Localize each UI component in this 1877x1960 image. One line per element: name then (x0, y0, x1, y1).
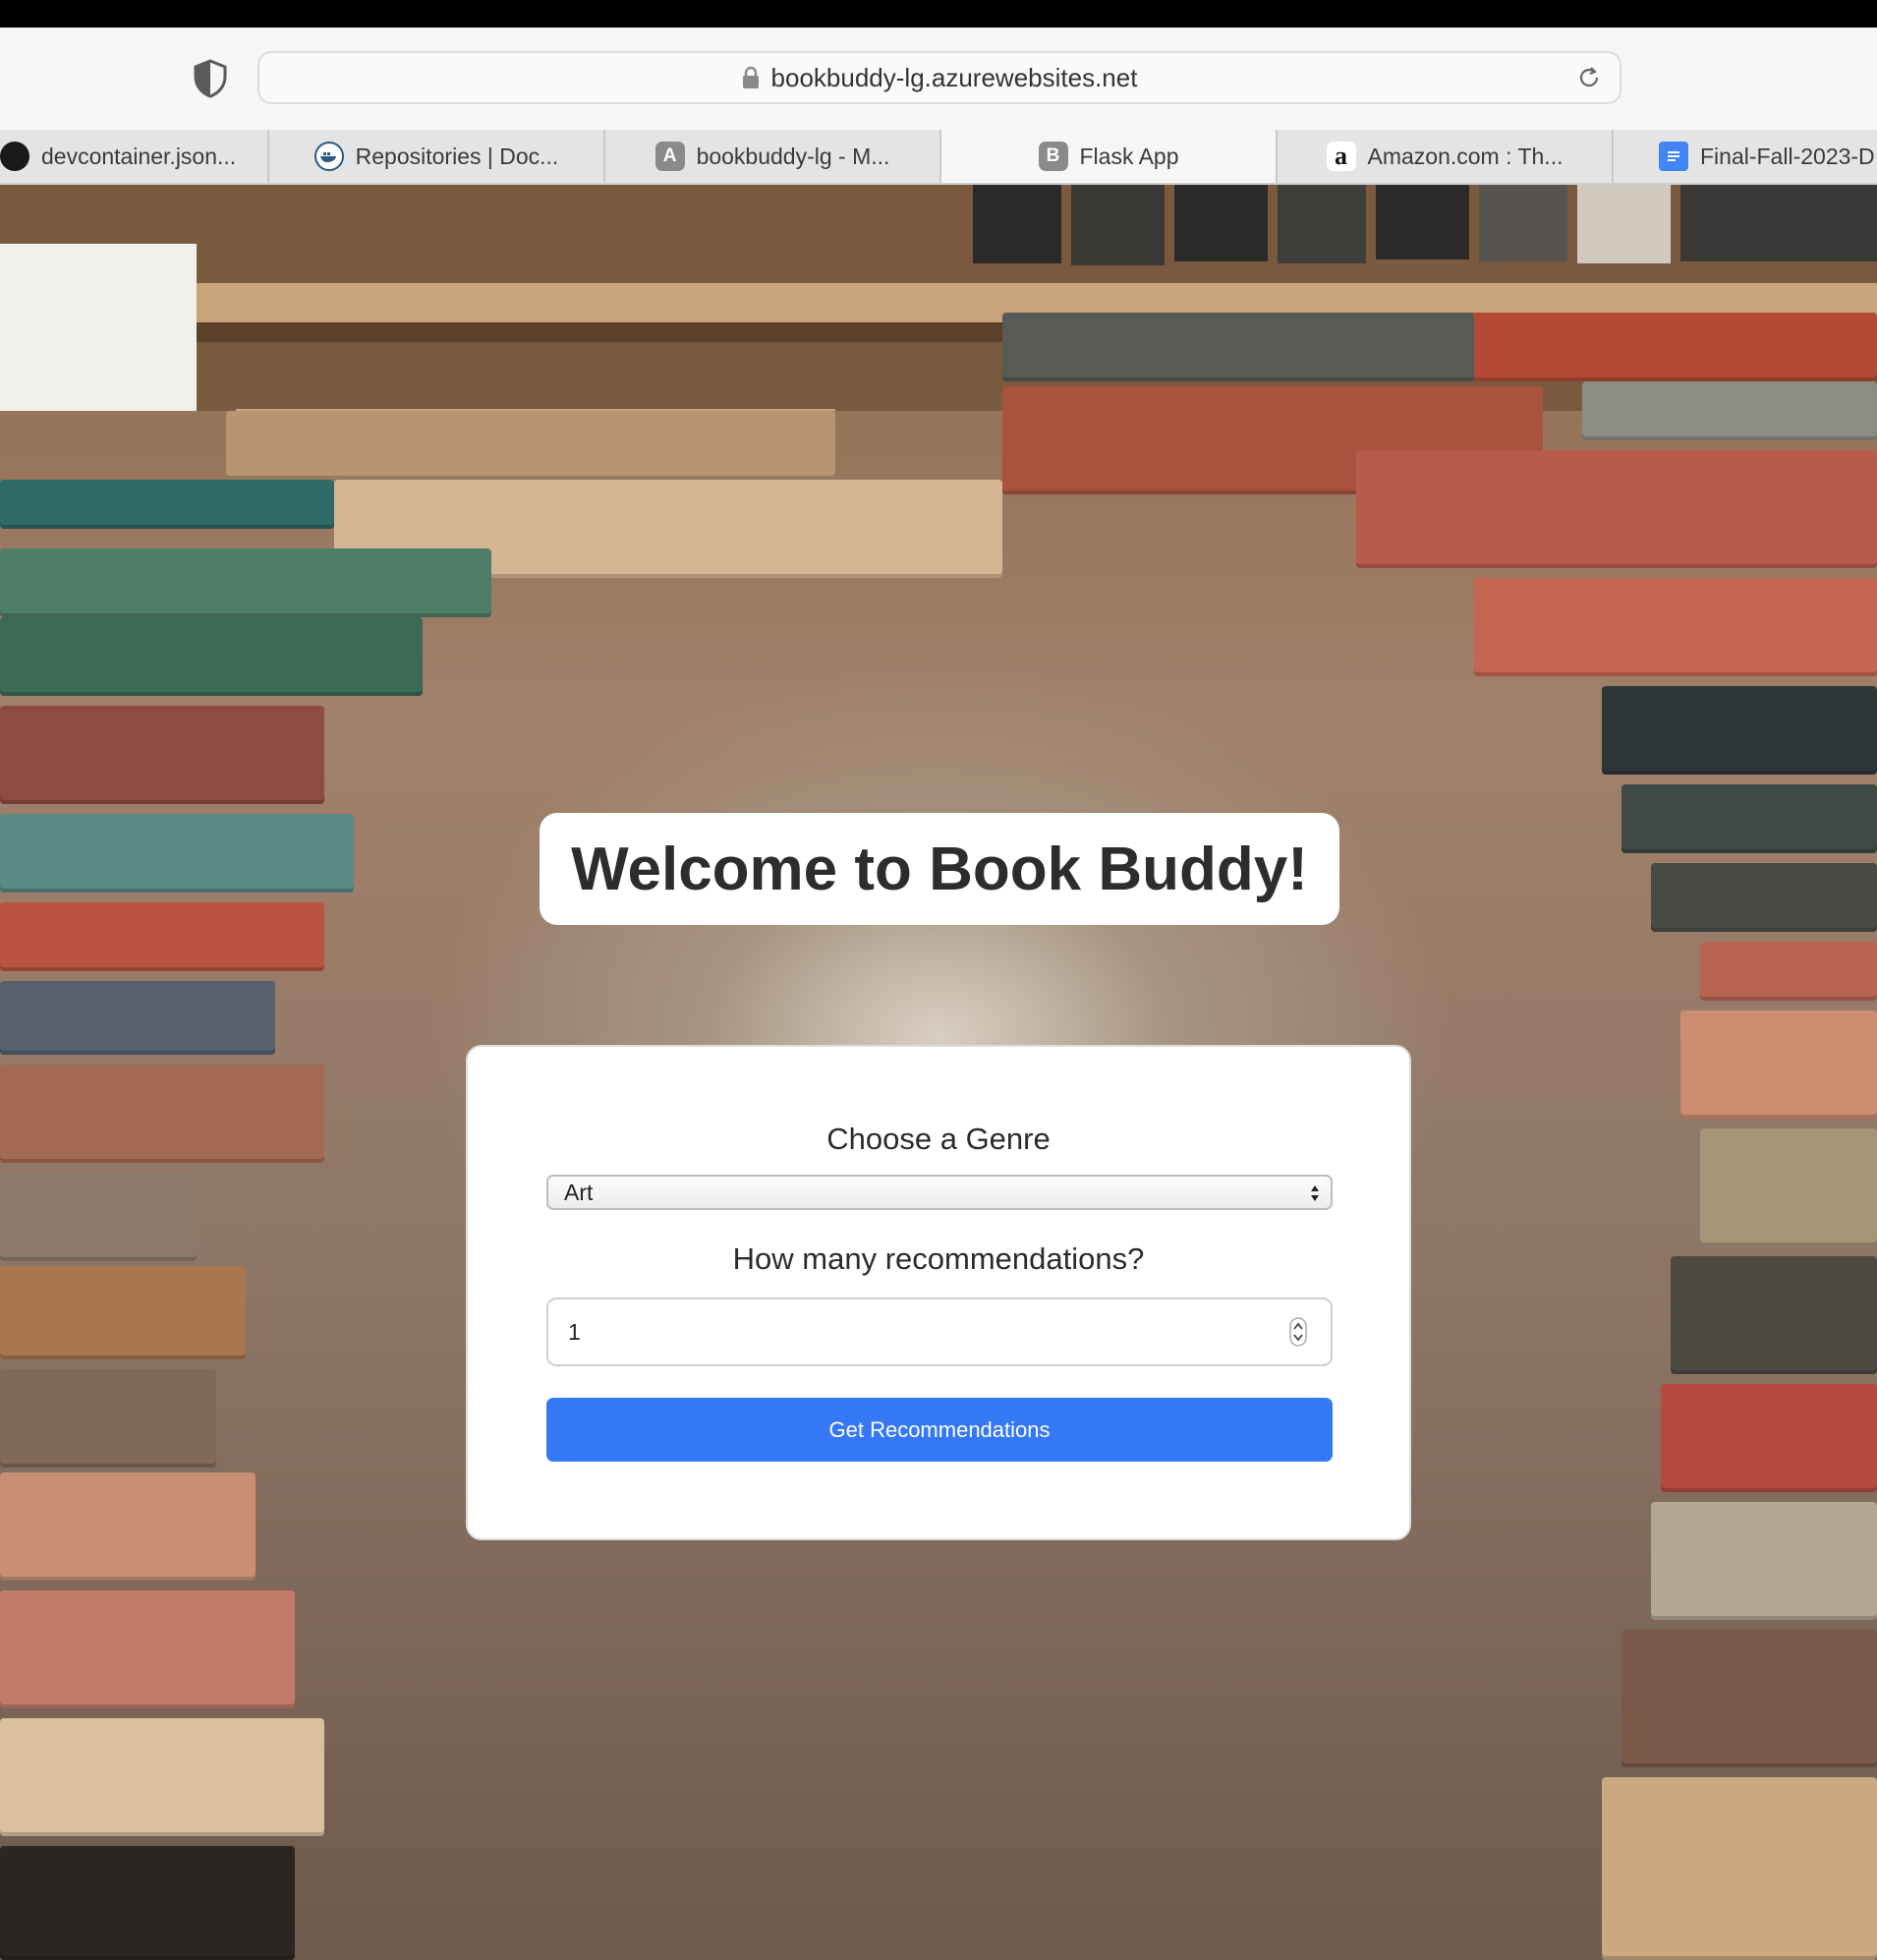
genre-select[interactable]: Art (546, 1175, 1333, 1210)
address-bar[interactable]: bookbuddy-lg.azurewebsites.net (257, 51, 1621, 104)
welcome-title-box: Welcome to Book Buddy! (540, 813, 1339, 925)
tab-docker-repositories[interactable]: Repositories | Doc... (269, 130, 605, 183)
letter-b-icon: B (1038, 142, 1068, 171)
count-label: How many recommendations? (732, 1241, 1145, 1276)
tab-label: Amazon.com : Th... (1367, 143, 1564, 169)
tab-bookbuddy-azure[interactable]: A bookbuddy-lg - M... (605, 130, 941, 183)
tab-label: Final-Fall-2023-D (1700, 143, 1875, 169)
tab-bar: devcontainer.json... Repositories | Doc.… (0, 130, 1877, 185)
tab-google-doc[interactable]: Final-Fall-2023-D (1614, 130, 1877, 183)
browser-toolbar: bookbuddy-lg.azurewebsites.net (0, 28, 1877, 130)
privacy-shield-icon[interactable] (193, 59, 228, 98)
amazon-icon: a (1326, 142, 1356, 171)
tab-label: bookbuddy-lg - M... (696, 143, 890, 169)
tab-label: Flask App (1079, 143, 1179, 169)
page-background: Welcome to Book Buddy! Choose a Genre Ar… (0, 185, 1877, 1960)
lock-icon (742, 66, 759, 88)
tab-devcontainer[interactable]: devcontainer.json... (0, 130, 269, 183)
google-docs-icon (1659, 142, 1688, 171)
page-title: Welcome to Book Buddy! (571, 835, 1308, 903)
number-stepper-icon[interactable] (1289, 1317, 1307, 1347)
tab-flask-app[interactable]: B Flask App (941, 130, 1278, 183)
genre-select-value: Art (564, 1180, 594, 1205)
tab-amazon[interactable]: a Amazon.com : Th... (1278, 130, 1614, 183)
count-input-value: 1 (568, 1319, 581, 1345)
tab-label: Repositories | Doc... (355, 143, 559, 169)
recommendation-form-card: Choose a Genre Art How many recommendati… (466, 1045, 1411, 1540)
select-arrows-icon (1311, 1185, 1319, 1201)
reload-icon[interactable] (1576, 65, 1602, 90)
docker-icon (313, 142, 344, 171)
recommendation-count-input[interactable]: 1 (546, 1297, 1333, 1366)
tab-label: devcontainer.json... (41, 143, 237, 169)
url-text: bookbuddy-lg.azurewebsites.net (770, 62, 1138, 92)
get-recommendations-button[interactable]: Get Recommendations (546, 1398, 1333, 1462)
letter-a-icon: A (654, 142, 685, 171)
genre-label: Choose a Genre (826, 1122, 1051, 1156)
github-icon (0, 142, 29, 171)
screen-top-bar (0, 0, 1877, 28)
